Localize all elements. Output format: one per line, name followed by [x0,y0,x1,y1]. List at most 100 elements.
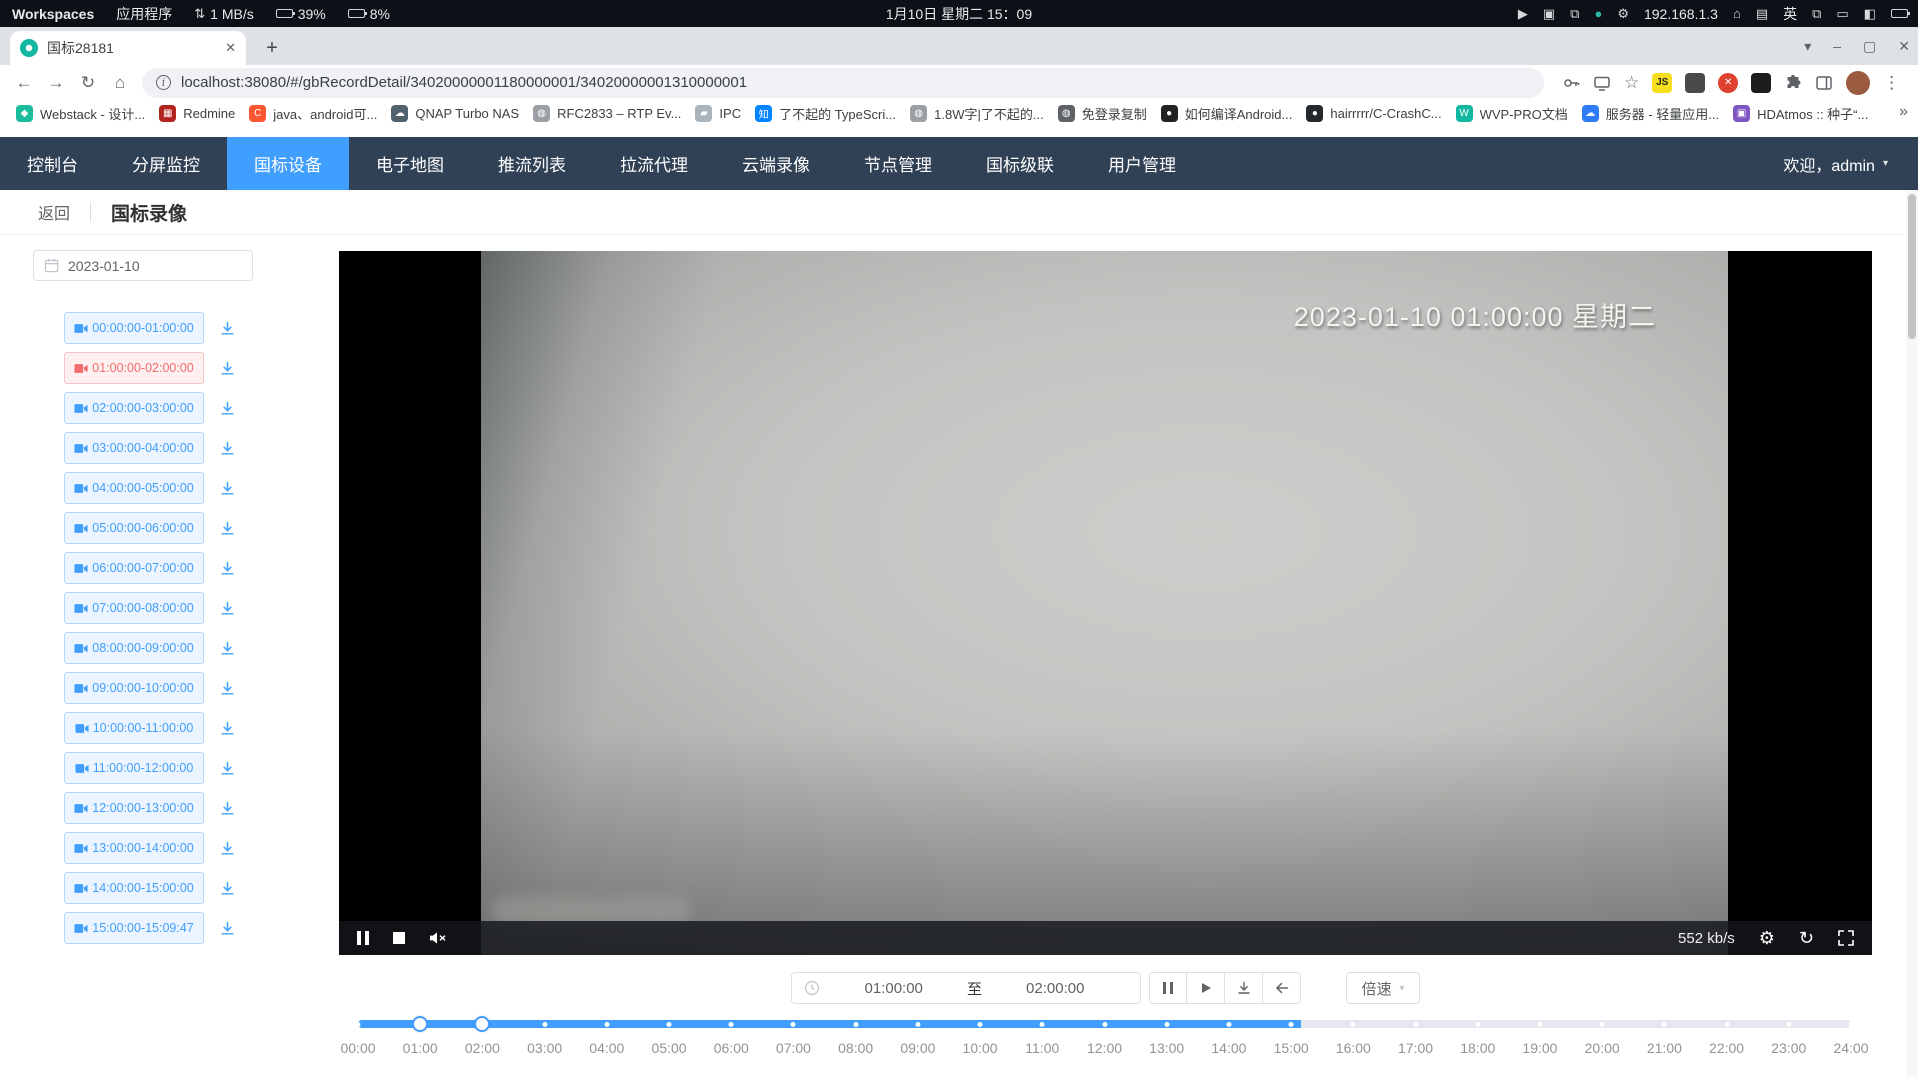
nav-item[interactable]: 国标级联 [959,137,1081,190]
network-speed-indicator[interactable]: ⇅ 1 MB/s [194,6,253,22]
seek-back-button[interactable] [1263,972,1301,1004]
segment-download-button[interactable] [216,357,238,379]
fullscreen-icon[interactable] [1838,930,1854,946]
system-clock[interactable]: 1月10日 星期二 15：09 [886,4,1032,24]
page-scrollbar[interactable] [1906,190,1918,1077]
segment-download-button[interactable] [216,757,238,779]
timeline-handle-start[interactable] [412,1016,428,1032]
segment-download-button[interactable] [216,837,238,859]
battery-indicator[interactable]: 39% [276,6,326,22]
record-segment-button[interactable]: 08:00:00-09:00:00 [64,632,204,664]
record-segment-button[interactable]: 05:00:00-06:00:00 [64,512,204,544]
window-close-button[interactable]: ✕ [1898,38,1910,55]
play-button[interactable] [1187,972,1225,1004]
window-copy-icon[interactable]: ⧉ [1812,7,1821,20]
tab-close-icon[interactable]: ✕ [225,40,236,56]
user-menu[interactable]: 欢迎，admin ▾ [1783,152,1888,176]
player-refresh-icon[interactable]: ↻ [1799,929,1814,947]
clipboard-icon[interactable]: ⧉ [1570,7,1579,20]
nav-item[interactable]: 节点管理 [837,137,959,190]
browser-back-button[interactable]: ← [10,69,38,97]
nav-item[interactable]: 国标设备 [227,137,349,190]
segment-download-button[interactable] [216,597,238,619]
blocker-extension-icon[interactable]: ✕ [1718,73,1738,93]
player-stop-icon[interactable] [393,932,405,944]
side-panel-icon[interactable] [1815,74,1833,92]
window-maximize-button[interactable]: ▢ [1863,38,1876,55]
nav-item[interactable]: 拉流代理 [593,137,715,190]
ip-address[interactable]: 192.168.1.3 [1644,6,1718,22]
address-bar[interactable]: i localhost:38080/#/gbRecordDetail/34020… [142,68,1544,98]
bookmark-item[interactable]: ▣ HDAtmos :: 种子“... [1727,102,1874,125]
browser-forward-button[interactable]: → [42,69,70,97]
nav-item[interactable]: 分屏监控 [105,137,227,190]
bookmark-item[interactable]: ◆ Webstack - 设计... [10,102,151,125]
bookmark-item[interactable]: ◍ 1.8W字|了不起的... [904,102,1050,125]
bookmark-item[interactable]: C java、android可... [243,102,383,125]
segment-download-button[interactable] [216,677,238,699]
new-tab-button[interactable]: + [258,34,286,62]
record-segment-button[interactable]: 09:00:00-10:00:00 [64,672,204,704]
timeline-handle-end[interactable] [474,1016,490,1032]
pause-button[interactable] [1149,972,1187,1004]
status-dot-icon[interactable]: ● [1594,7,1602,20]
record-segment-button[interactable]: 07:00:00-08:00:00 [64,592,204,624]
record-segment-button[interactable]: 15:00:00-15:09:47 [64,912,204,944]
browser-tab[interactable]: 国标28181 ✕ [10,31,246,65]
bookmark-item[interactable]: ▦ Redmine [153,103,241,124]
script-extension-icon[interactable] [1685,73,1705,93]
range-end-input[interactable]: 02:00:00 [982,980,1129,997]
bookmark-star-icon[interactable]: ☆ [1624,73,1639,93]
media-play-icon[interactable]: ▶ [1518,7,1528,20]
home-tray-icon[interactable]: ⌂ [1733,7,1741,20]
segment-download-button[interactable] [216,317,238,339]
volume-icon[interactable]: ◧ [1864,7,1876,20]
window-minimize-button[interactable]: – [1833,38,1841,54]
bookmark-item[interactable]: W WVP-PRO文档 [1450,102,1574,125]
bookmark-item[interactable]: ● hairrrrr/C-CrashC... [1300,103,1447,124]
workspaces-button[interactable]: Workspaces [12,6,94,22]
date-picker-input[interactable]: 2023-01-10 [33,250,253,281]
player-pause-icon[interactable] [357,931,369,945]
screenshot-icon[interactable]: ▣ [1543,7,1555,20]
js-extension-icon[interactable]: JS [1652,73,1672,93]
bookmark-item[interactable]: ◍ 免登录复制 [1052,102,1153,125]
dark-extension-icon[interactable] [1751,73,1771,93]
segment-download-button[interactable] [216,917,238,939]
bookmark-item[interactable]: ◍ RFC2833 – RTP Ev... [527,103,687,124]
volume-muted-icon[interactable] [429,930,447,946]
record-segment-button[interactable]: 03:00:00-04:00:00 [64,432,204,464]
bookmark-item[interactable]: ☁ 服务器 - 轻量应用... [1576,102,1725,125]
segment-download-button[interactable] [216,557,238,579]
back-button[interactable]: 返回 [30,200,70,224]
tab-search-icon[interactable]: ▾ [1804,38,1811,55]
profile-avatar[interactable] [1846,71,1870,95]
record-segment-button[interactable]: 11:00:00-12:00:00 [64,752,204,784]
password-key-icon[interactable] [1562,74,1580,92]
browser-menu-icon[interactable]: ⋮ [1883,73,1900,93]
bookmark-item[interactable]: 知 了不起的 TypeScri... [749,102,902,125]
record-segment-button[interactable]: 02:00:00-03:00:00 [64,392,204,424]
time-range-picker[interactable]: 01:00:00 至 02:00:00 [791,972,1141,1004]
record-segment-button[interactable]: 10:00:00-11:00:00 [64,712,204,744]
nav-item[interactable]: 用户管理 [1081,137,1203,190]
segment-download-button[interactable] [216,517,238,539]
record-segment-button[interactable]: 14:00:00-15:00:00 [64,872,204,904]
record-segment-button[interactable]: 04:00:00-05:00:00 [64,472,204,504]
segment-download-button[interactable] [216,797,238,819]
bookmarks-overflow-icon[interactable]: » [1899,103,1908,121]
segment-download-button[interactable] [216,437,238,459]
player-settings-icon[interactable]: ⚙ [1759,929,1775,947]
site-info-icon[interactable]: i [156,75,171,90]
segment-download-button[interactable] [216,717,238,739]
share-icon[interactable] [1593,74,1611,92]
segment-download-button[interactable] [216,397,238,419]
video-player[interactable]: 2023-01-10 01:00:00 星期二 552 kb/s ⚙ ↻ [339,251,1872,955]
record-segment-button[interactable]: 12:00:00-13:00:00 [64,792,204,824]
segment-download-button[interactable] [216,877,238,899]
applications-button[interactable]: 应用程序 [116,4,172,24]
input-method-indicator[interactable]: 英 [1783,4,1797,24]
browser-home-button[interactable]: ⌂ [106,69,134,97]
extensions-puzzle-icon[interactable] [1784,74,1802,92]
speed-dropdown[interactable]: 倍速 ▾ [1346,972,1419,1004]
